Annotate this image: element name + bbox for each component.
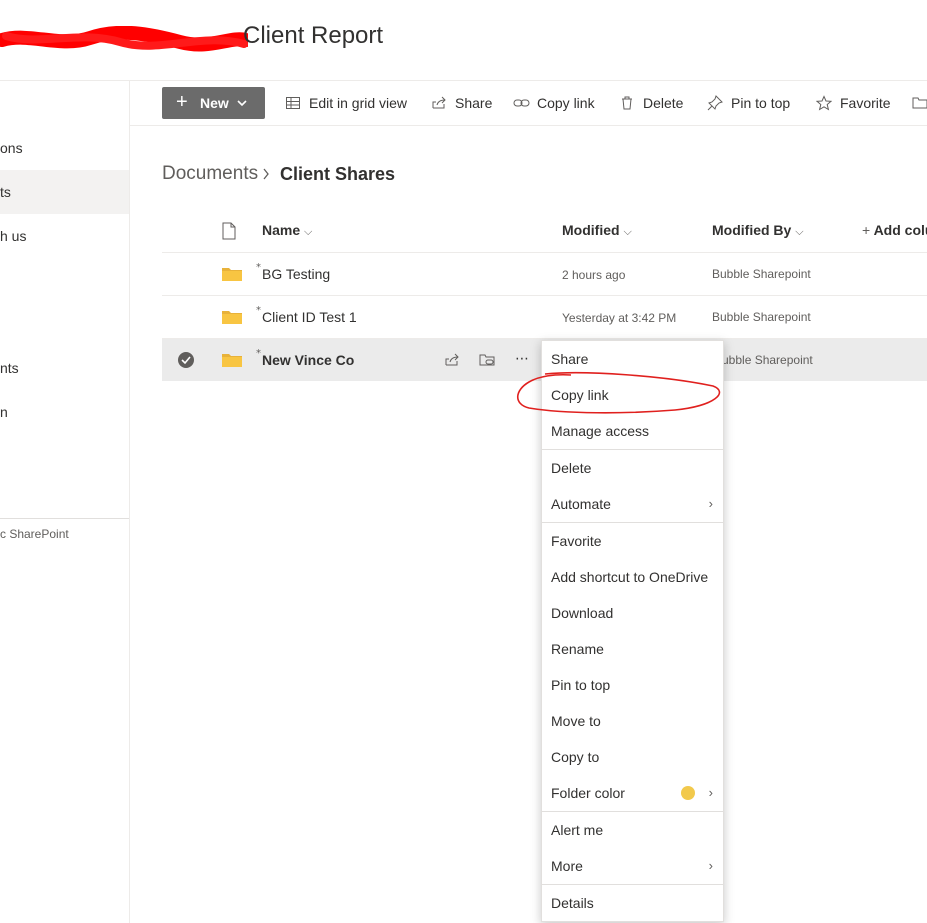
star-icon xyxy=(816,95,832,111)
folder-icon xyxy=(222,268,242,281)
menu-item-move-to[interactable]: Move to xyxy=(542,703,723,739)
menu-item-copy-link[interactable]: Copy link xyxy=(542,377,723,413)
modified-by-cell: ubble Sharepoint xyxy=(722,353,813,367)
color-swatch-icon xyxy=(681,786,695,800)
chevron-right-icon xyxy=(263,168,269,180)
modified-cell: Yesterday at 3:42 PM xyxy=(562,311,677,325)
share-button[interactable]: Share xyxy=(431,87,496,119)
context-menu: Share Copy link Manage access Delete Aut… xyxy=(541,340,724,922)
redaction-scribble xyxy=(0,26,248,52)
modified-by-cell: Bubble Sharepoint xyxy=(712,267,811,281)
favorite-button[interactable]: Favorite xyxy=(816,87,896,119)
modified-cell: 2 hours ago xyxy=(562,268,626,282)
file-type-icon xyxy=(222,222,236,240)
breadcrumb-documents[interactable]: Documents xyxy=(162,163,258,185)
chevron-right-icon: › xyxy=(708,858,713,873)
folder-icon xyxy=(222,311,242,324)
modified-by-cell: Bubble Sharepoint xyxy=(712,310,811,324)
menu-item-details[interactable]: Details xyxy=(542,885,723,921)
nav-footer-text: c SharePoint xyxy=(0,527,69,541)
chevron-down-icon: ⌵ xyxy=(304,226,313,238)
menu-item-more[interactable]: More › xyxy=(542,848,723,884)
link-icon xyxy=(513,99,530,107)
menu-item-manage-access[interactable]: Manage access xyxy=(542,413,723,449)
menu-item-folder-color[interactable]: Folder color › xyxy=(542,775,723,811)
menu-item-copy-to[interactable]: Copy to xyxy=(542,739,723,775)
chevron-right-icon: › xyxy=(708,785,713,800)
grid-icon xyxy=(286,97,300,109)
column-header-name[interactable]: Name ⌵ xyxy=(262,222,312,239)
commandbar-divider xyxy=(130,125,927,126)
menu-item-favorite[interactable]: Favorite xyxy=(542,523,723,559)
pin-icon xyxy=(707,95,723,111)
file-name[interactable]: Client ID Test 1 xyxy=(262,309,357,325)
menu-item-alert-me[interactable]: Alert me xyxy=(542,812,723,848)
folder-icon xyxy=(222,354,242,367)
chevron-down-icon: ⌵ xyxy=(623,226,632,238)
delete-button[interactable]: Delete xyxy=(619,87,689,119)
new-item-sparkle-icon: ⁎ xyxy=(256,302,261,313)
file-name[interactable]: BG Testing xyxy=(262,266,330,282)
menu-item-share[interactable]: Share xyxy=(542,341,723,377)
site-title: Client Report xyxy=(243,22,384,49)
chevron-down-icon: ⌵ xyxy=(795,226,804,238)
menu-item-delete[interactable]: Delete xyxy=(542,450,723,486)
share-icon xyxy=(432,96,446,109)
plus-icon: + xyxy=(862,222,871,238)
header-divider xyxy=(0,80,927,81)
nav-item-3[interactable]: h us xyxy=(0,214,129,258)
menu-item-add-shortcut[interactable]: Add shortcut to OneDrive xyxy=(542,559,723,595)
chevron-right-icon: › xyxy=(708,496,713,511)
chevron-down-icon xyxy=(237,100,247,107)
share-icon[interactable] xyxy=(444,352,460,368)
column-header-modified[interactable]: Modified ⌵ xyxy=(562,222,632,239)
more-actions-icon[interactable]: ⋯ xyxy=(515,350,529,367)
nav-item-1[interactable]: ons xyxy=(0,126,129,170)
overflow-command-button[interactable] xyxy=(912,87,927,119)
nav-footer-divider xyxy=(0,518,129,519)
new-button[interactable]: + New xyxy=(162,87,265,119)
copy-link-button[interactable]: Copy link xyxy=(513,87,603,119)
nav-item-2[interactable]: ts xyxy=(0,170,129,214)
new-item-sparkle-icon: ⁎ xyxy=(256,345,261,356)
nav-divider xyxy=(129,80,130,923)
nav-item-4[interactable]: nts xyxy=(0,346,129,390)
nav-item-5[interactable]: n xyxy=(0,390,129,434)
pin-to-top-button[interactable]: Pin to top xyxy=(707,87,799,119)
add-column-button[interactable]: + Add colu xyxy=(862,222,927,238)
folder-link-icon[interactable] xyxy=(479,352,496,368)
menu-item-download[interactable]: Download xyxy=(542,595,723,631)
menu-item-pin-to-top[interactable]: Pin to top xyxy=(542,667,723,703)
menu-item-automate[interactable]: Automate › xyxy=(542,486,723,522)
plus-icon: + xyxy=(176,91,188,113)
menu-item-rename[interactable]: Rename xyxy=(542,631,723,667)
new-item-sparkle-icon: ⁎ xyxy=(256,259,261,270)
file-name[interactable]: New Vince Co xyxy=(262,352,354,368)
checkmark-circle-icon[interactable] xyxy=(177,351,195,369)
breadcrumb-current: Client Shares xyxy=(280,164,396,184)
edit-grid-view-button[interactable]: Edit in grid view xyxy=(285,87,415,119)
column-header-modified-by[interactable]: Modified By ⌵ xyxy=(712,222,804,239)
folder-move-icon xyxy=(912,97,927,109)
trash-icon xyxy=(622,96,632,110)
